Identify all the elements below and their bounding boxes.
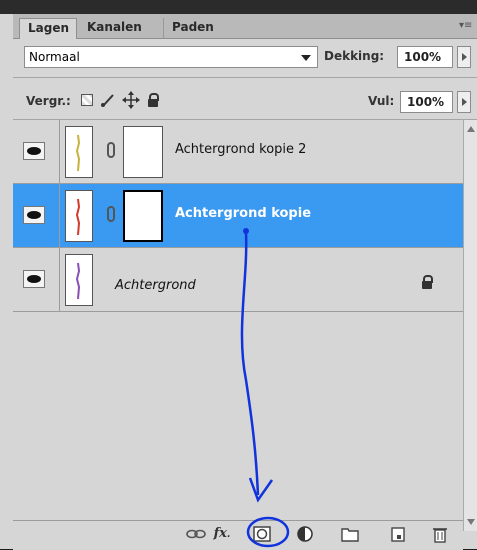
chevron-down-icon bbox=[301, 55, 311, 61]
new-layer-icon[interactable] bbox=[388, 525, 408, 543]
opacity-label: Dekking: bbox=[324, 49, 385, 63]
layer-thumbnail bbox=[65, 126, 93, 178]
blend-mode-select[interactable]: Normaal bbox=[24, 46, 318, 68]
new-group-folder-icon[interactable] bbox=[340, 525, 360, 543]
add-layer-mask-icon[interactable] bbox=[252, 525, 272, 543]
fill-label: Vul: bbox=[368, 94, 395, 108]
blend-mode-value: Normaal bbox=[29, 50, 80, 64]
divider bbox=[13, 77, 477, 78]
lock-position-move-icon[interactable] bbox=[122, 91, 140, 109]
thumbnail-image bbox=[75, 262, 81, 300]
layer-mask-thumbnail[interactable] bbox=[123, 190, 163, 242]
scroll-down-icon[interactable] bbox=[467, 519, 475, 525]
fx-label: fx bbox=[213, 526, 227, 541]
tab-kanalen[interactable]: Kanalen bbox=[79, 18, 151, 38]
panel-tab-bar: Lagen Kanalen Paden ▾≡ bbox=[13, 14, 477, 39]
adjustment-layer-icon[interactable] bbox=[296, 525, 316, 543]
visibility-eye-icon[interactable] bbox=[23, 270, 45, 288]
fill-slider-button[interactable] bbox=[457, 91, 471, 113]
visibility-eye-icon[interactable] bbox=[23, 142, 45, 160]
divider bbox=[59, 184, 60, 248]
layers-scrollbar[interactable] bbox=[463, 120, 477, 531]
window-top-strip bbox=[0, 0, 477, 14]
layer-thumbnail bbox=[65, 254, 93, 306]
thumbnail-image bbox=[75, 198, 81, 236]
lock-image-brush-icon[interactable] bbox=[100, 92, 116, 108]
scroll-up-icon[interactable] bbox=[467, 126, 475, 132]
layer-thumbnail bbox=[65, 190, 93, 242]
fill-field[interactable]: 100% bbox=[400, 91, 453, 113]
panel-menu-icon[interactable]: ▾≡ bbox=[459, 20, 472, 31]
opacity-field[interactable]: 100% bbox=[397, 46, 453, 68]
tab-paden[interactable]: Paden bbox=[163, 18, 217, 38]
layer-lock-icon bbox=[422, 275, 433, 289]
lock-label: Vergr.: bbox=[26, 94, 71, 108]
layer-row[interactable]: Achtergrond kopie 2 bbox=[13, 120, 463, 184]
link-chain-icon[interactable] bbox=[107, 206, 115, 222]
opacity-slider-button[interactable] bbox=[457, 46, 471, 68]
layer-style-fx-icon[interactable]: fx. bbox=[212, 525, 232, 543]
divider bbox=[59, 120, 60, 184]
layer-name: Achtergrond bbox=[115, 278, 196, 293]
layer-row[interactable]: Achtergrond bbox=[13, 248, 463, 312]
layer-name: Achtergrond kopie bbox=[175, 206, 312, 221]
lock-all-icon[interactable] bbox=[148, 93, 159, 107]
layer-row-selected[interactable]: Achtergrond kopie bbox=[13, 184, 463, 248]
layer-name: Achtergrond kopie 2 bbox=[175, 142, 307, 157]
link-layers-icon[interactable] bbox=[186, 525, 206, 543]
divider bbox=[59, 248, 60, 312]
visibility-eye-icon[interactable] bbox=[23, 206, 45, 224]
layer-mask-thumbnail[interactable] bbox=[123, 126, 163, 178]
link-chain-icon[interactable] bbox=[107, 142, 115, 158]
thumbnail-image bbox=[75, 134, 81, 172]
lock-transparent-icon[interactable] bbox=[81, 94, 93, 106]
tab-lagen[interactable]: Lagen bbox=[19, 18, 77, 39]
delete-layer-trash-icon[interactable] bbox=[430, 525, 450, 543]
